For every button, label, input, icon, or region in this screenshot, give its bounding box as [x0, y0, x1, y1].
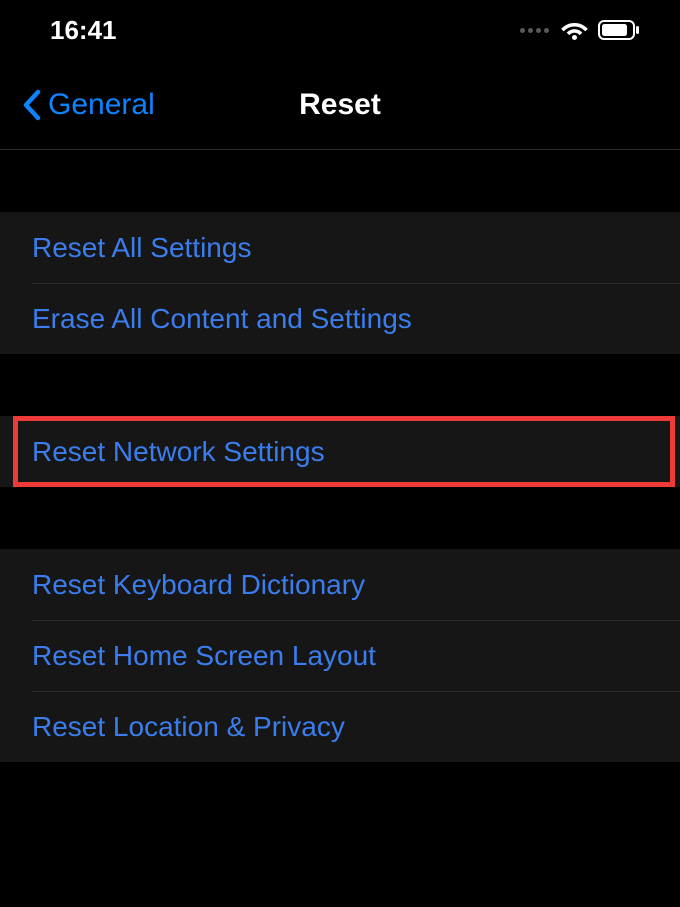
wifi-icon — [561, 20, 588, 40]
cellular-signal-icon — [520, 28, 549, 33]
battery-icon — [598, 20, 640, 40]
group-spacer — [0, 354, 680, 416]
reset-all-settings-row[interactable]: Reset All Settings — [0, 212, 680, 283]
row-label: Reset Location & Privacy — [32, 711, 345, 743]
status-indicators — [520, 20, 640, 40]
settings-group-2: Reset Network Settings — [0, 416, 680, 487]
status-time: 16:41 — [50, 15, 117, 46]
reset-home-screen-layout-row[interactable]: Reset Home Screen Layout — [0, 620, 680, 691]
settings-group-1: Reset All Settings Erase All Content and… — [0, 212, 680, 354]
group-spacer — [0, 150, 680, 212]
settings-group-3: Reset Keyboard Dictionary Reset Home Scr… — [0, 549, 680, 762]
status-bar: 16:41 — [0, 0, 680, 60]
row-label: Reset Network Settings — [32, 436, 325, 468]
reset-location-privacy-row[interactable]: Reset Location & Privacy — [0, 691, 680, 762]
row-label: Reset All Settings — [32, 232, 251, 264]
row-label: Reset Keyboard Dictionary — [32, 569, 365, 601]
chevron-left-icon — [22, 89, 42, 121]
back-label: General — [48, 88, 155, 122]
page-title: Reset — [299, 88, 381, 122]
erase-all-content-row[interactable]: Erase All Content and Settings — [0, 283, 680, 354]
reset-keyboard-dictionary-row[interactable]: Reset Keyboard Dictionary — [0, 549, 680, 620]
row-label: Erase All Content and Settings — [32, 303, 412, 335]
row-label: Reset Home Screen Layout — [32, 640, 376, 672]
highlighted-group: Reset Network Settings — [0, 416, 680, 487]
back-button[interactable]: General — [22, 88, 155, 122]
group-spacer — [0, 487, 680, 549]
reset-network-settings-row[interactable]: Reset Network Settings — [0, 416, 680, 487]
navigation-bar: General Reset — [0, 60, 680, 150]
